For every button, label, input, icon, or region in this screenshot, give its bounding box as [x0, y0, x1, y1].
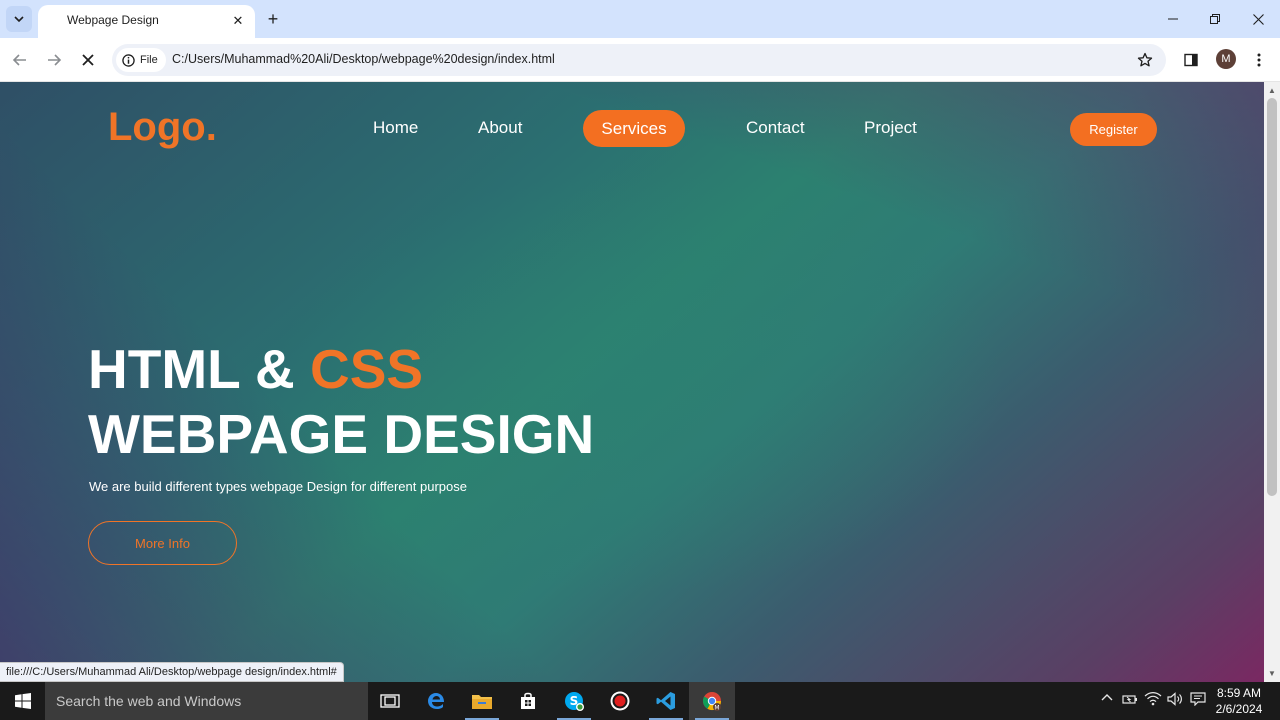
tray-overflow-chevron-icon[interactable] [1101, 692, 1113, 707]
taskbar-search-placeholder: Search the web and Windows [56, 693, 242, 709]
taskbar-search-box[interactable]: Search the web and Windows [45, 682, 368, 720]
close-icon [82, 54, 94, 66]
stop-loading-button[interactable] [74, 46, 102, 74]
minimize-icon [1168, 18, 1178, 20]
volume-icon[interactable] [1167, 692, 1185, 709]
info-icon [122, 53, 135, 67]
hero-heading-line1: HTML & CSS [88, 337, 423, 401]
side-panel-button[interactable] [1177, 46, 1205, 74]
site-info-chip[interactable]: File [116, 48, 166, 72]
nav-about[interactable]: About [478, 118, 522, 138]
tab-title: Webpage Design [67, 13, 159, 27]
nav-services[interactable]: Services [583, 110, 685, 147]
tab-search-button[interactable] [6, 6, 32, 32]
svg-text:M: M [714, 705, 719, 712]
edge-icon [428, 693, 444, 709]
arrow-right-icon [48, 54, 62, 66]
browser-toolbar: File C:/Users/Muhammad%20Ali/Desktop/web… [0, 38, 1280, 82]
kebab-menu-icon [1257, 53, 1261, 67]
file-explorer-icon [472, 695, 492, 709]
menu-button[interactable] [1245, 46, 1273, 74]
restore-icon [1210, 14, 1220, 24]
skype-icon: S [565, 692, 584, 711]
nav-project[interactable]: Project [864, 118, 917, 138]
tab-active[interactable]: Webpage Design ✕ [38, 5, 255, 38]
store-icon [521, 692, 535, 709]
address-bar[interactable]: File C:/Users/Muhammad%20Ali/Desktop/web… [112, 44, 1166, 76]
minimize-button[interactable] [1152, 0, 1194, 38]
battery-icon[interactable] [1122, 692, 1138, 709]
vscode-icon [656, 692, 675, 710]
window-close-button[interactable] [1237, 0, 1279, 38]
windows-logo-icon [14, 693, 31, 709]
taskbar-store[interactable] [505, 682, 551, 720]
register-button[interactable]: Register [1070, 113, 1157, 146]
taskbar-clock[interactable]: 8:59 AM 2/6/2024 [1212, 685, 1266, 717]
task-view-icon [380, 694, 400, 708]
close-icon [1252, 13, 1264, 25]
bookmark-button[interactable] [1131, 46, 1159, 74]
url-text[interactable]: C:/Users/Muhammad%20Ali/Desktop/webpage%… [172, 52, 555, 66]
site-chip-label: File [140, 54, 158, 66]
taskbar-file-explorer[interactable] [459, 682, 505, 720]
scroll-up-icon[interactable]: ▲ [1268, 86, 1276, 95]
hero-heading-prefix: HTML & [88, 338, 311, 400]
taskbar-task-view[interactable] [367, 682, 413, 720]
new-tab-button[interactable]: + [262, 8, 284, 30]
nav-home[interactable]: Home [373, 118, 418, 138]
chevron-down-icon [14, 16, 24, 23]
close-icon: ✕ [232, 13, 244, 28]
taskbar-vscode[interactable] [643, 682, 689, 720]
vertical-scrollbar[interactable]: ▲ ▼ [1264, 82, 1280, 682]
clock-time: 8:59 AM [1216, 686, 1262, 700]
page-viewport: Logo. Home About Services Contact Projec… [0, 82, 1264, 682]
site-logo[interactable]: Logo. [108, 105, 217, 150]
status-bubble: file:///C:/Users/Muhammad Ali/Desktop/we… [0, 662, 344, 682]
taskbar-chrome[interactable]: M [689, 682, 735, 720]
back-button[interactable] [6, 46, 34, 74]
svg-text:S: S [570, 694, 579, 708]
side-panel-icon [1184, 53, 1198, 67]
arrow-left-icon [12, 54, 26, 66]
taskbar-skype[interactable]: S [551, 682, 597, 720]
profile-avatar[interactable]: M [1216, 49, 1236, 69]
windows-taskbar: Search the web and Windows S M 8:59 AM 2… [0, 682, 1280, 720]
hero-heading-accent: CSS [310, 338, 424, 400]
nav-contact[interactable]: Contact [746, 118, 805, 138]
start-button[interactable] [0, 682, 45, 720]
scroll-thumb[interactable] [1267, 98, 1277, 496]
plus-icon: + [267, 8, 279, 29]
tab-close-button[interactable]: ✕ [228, 11, 248, 31]
wifi-icon[interactable] [1144, 692, 1162, 709]
more-info-button[interactable]: More Info [88, 521, 237, 565]
hero-heading-line2: WEBPAGE DESIGN [88, 403, 595, 465]
star-icon [1137, 52, 1153, 67]
recorder-icon [610, 691, 630, 711]
hero-subtitle: We are build different types webpage Des… [89, 479, 467, 494]
restore-button[interactable] [1194, 0, 1236, 38]
scroll-down-icon[interactable]: ▼ [1268, 669, 1276, 678]
taskbar-recorder[interactable] [597, 682, 643, 720]
tab-strip: Webpage Design ✕ + [0, 0, 1280, 38]
clock-date: 2/6/2024 [1215, 702, 1263, 716]
chrome-icon: M [702, 692, 721, 712]
forward-button[interactable] [40, 46, 68, 74]
action-center-icon[interactable] [1190, 692, 1206, 709]
taskbar-edge[interactable] [413, 682, 459, 720]
